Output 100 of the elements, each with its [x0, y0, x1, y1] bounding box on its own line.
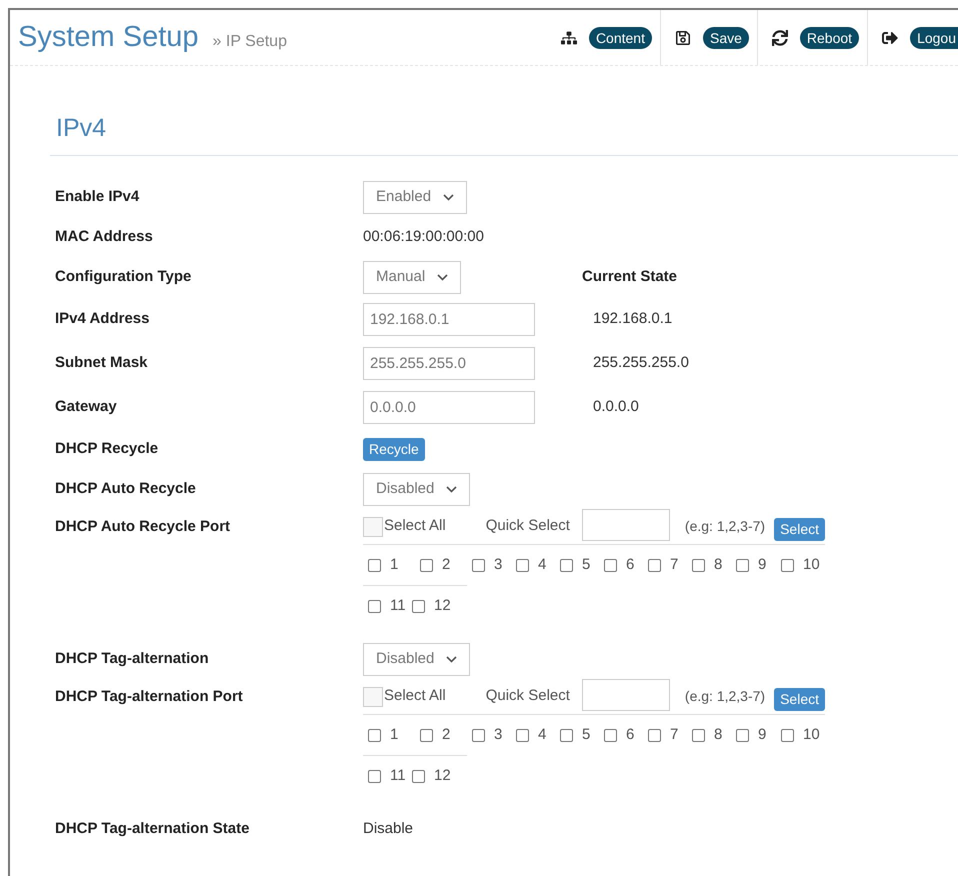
chevron-down-icon: [437, 274, 448, 280]
field-label: Subnet Mask: [55, 352, 149, 373]
port-number: 1: [390, 724, 398, 745]
checkbox[interactable]: [420, 728, 433, 742]
checkbox[interactable]: [560, 729, 573, 742]
checkbox[interactable]: [412, 770, 425, 783]
port-number: 3: [494, 555, 502, 576]
checkbox[interactable]: [412, 600, 425, 613]
checkbox[interactable]: [472, 559, 485, 572]
port-number: 11: [390, 596, 406, 616]
toolbar-label: Reboot: [800, 26, 860, 48]
port-number: 12: [434, 596, 451, 616]
value-text: 00:06:19:00:00:00: [363, 226, 484, 247]
quick-select-field[interactable]: [582, 509, 670, 541]
port-number: 2: [442, 724, 450, 745]
checkbox[interactable]: [604, 559, 617, 572]
text-field[interactable]: 192.168.0.1: [363, 302, 535, 336]
chevron-down-icon: [443, 194, 454, 200]
quick-select-field[interactable]: [582, 679, 670, 711]
checkbox[interactable]: [648, 559, 661, 572]
dropdown[interactable]: Manual: [363, 260, 462, 294]
format-hint: (e.g: 1,2,3-7): [684, 687, 766, 706]
checkbox[interactable]: [781, 559, 794, 572]
port-number: 5: [582, 555, 590, 576]
field-label: DHCP Recycle: [55, 438, 160, 459]
checkbox[interactable]: [736, 559, 749, 572]
dropdown[interactable]: Disabled: [363, 472, 470, 506]
select-all-label: Select All: [384, 686, 446, 706]
field-label: Gateway: [55, 396, 118, 417]
select-button[interactable]: Select: [774, 518, 825, 541]
checkbox[interactable]: [472, 729, 485, 742]
toolbar-button[interactable]: Content: [546, 10, 661, 65]
field-label: Configuration Type: [55, 266, 192, 287]
chevron-down-icon: [446, 486, 458, 492]
select-button[interactable]: Select: [774, 688, 825, 711]
field-label: DHCP Tag-alternation State: [55, 818, 250, 839]
port-number: 6: [626, 725, 634, 746]
checkbox[interactable]: [692, 729, 705, 742]
port-number: 9: [758, 555, 766, 576]
sitemap-icon: [560, 30, 577, 46]
dropdown[interactable]: Disabled: [363, 642, 470, 676]
port-number: 2: [442, 554, 450, 575]
port-number: 7: [670, 555, 678, 576]
toolbar-label: Logou: [910, 26, 958, 48]
port-number: 12: [434, 766, 451, 786]
checkbox[interactable]: [516, 559, 529, 572]
checkbox[interactable]: [368, 770, 381, 783]
port-number: 11: [390, 766, 406, 786]
page-title: System Setup: [18, 20, 199, 55]
checkbox[interactable]: [692, 559, 705, 572]
checkbox[interactable]: [560, 559, 573, 572]
checkbox[interactable]: [516, 729, 529, 742]
port-number: 6: [626, 555, 634, 576]
port-number: 8: [714, 555, 722, 576]
port-number: 4: [538, 725, 546, 746]
text-field[interactable]: 255.255.255.0: [363, 346, 535, 380]
field-label: DHCP Auto Recycle Port: [55, 517, 232, 537]
port-number: 4: [538, 555, 546, 576]
logout-icon: [882, 30, 898, 46]
select-all-label: Select All: [384, 516, 446, 536]
chevron-down-icon: [446, 656, 458, 662]
field-label: DHCP Tag-alternation: [55, 648, 210, 669]
port-number: 10: [803, 555, 820, 576]
port-number: 5: [582, 725, 590, 746]
format-hint: (e.g: 1,2,3-7): [684, 517, 766, 536]
field-label: IPv4 Address: [55, 308, 150, 329]
quick-select-label: Quick Select: [486, 686, 570, 706]
port-number: 7: [670, 725, 678, 746]
current-value: 0.0.0.0: [593, 396, 639, 417]
select-all-checkbox[interactable]: [363, 686, 383, 706]
checkbox[interactable]: [781, 729, 794, 742]
breadcrumb: » IP Setup: [212, 32, 287, 52]
port-number: 8: [714, 725, 722, 746]
checkbox[interactable]: [648, 729, 661, 742]
checkbox[interactable]: [368, 728, 381, 742]
toolbar-button[interactable]: Logou: [868, 10, 958, 65]
field-label: DHCP Tag-alternation Port: [55, 687, 244, 707]
toolbar-label: Save: [702, 26, 749, 48]
toolbar-label: Content: [588, 26, 652, 48]
column-heading: Current State: [582, 266, 678, 287]
current-value: 192.168.0.1: [593, 308, 672, 329]
recycle-button[interactable]: Recycle: [363, 438, 425, 460]
value-text: Disable: [363, 818, 414, 839]
current-value: 255.255.255.0: [593, 352, 689, 373]
port-number: 3: [494, 725, 502, 746]
text-field[interactable]: 0.0.0.0: [363, 390, 535, 424]
select-all-checkbox[interactable]: [363, 516, 383, 536]
port-number: 1: [390, 554, 398, 575]
checkbox[interactable]: [420, 558, 433, 572]
checkbox[interactable]: [368, 558, 381, 572]
toolbar-button[interactable]: Save: [660, 10, 758, 65]
dropdown[interactable]: Enabled: [363, 180, 468, 214]
checkbox[interactable]: [604, 729, 617, 742]
section-heading: IPv4: [56, 113, 106, 144]
checkbox[interactable]: [368, 600, 381, 613]
toolbar-button[interactable]: Reboot: [758, 10, 868, 65]
quick-select-label: Quick Select: [486, 516, 570, 536]
checkbox[interactable]: [736, 729, 749, 742]
field-label: Enable IPv4: [55, 186, 140, 207]
refresh-icon: [772, 30, 788, 46]
